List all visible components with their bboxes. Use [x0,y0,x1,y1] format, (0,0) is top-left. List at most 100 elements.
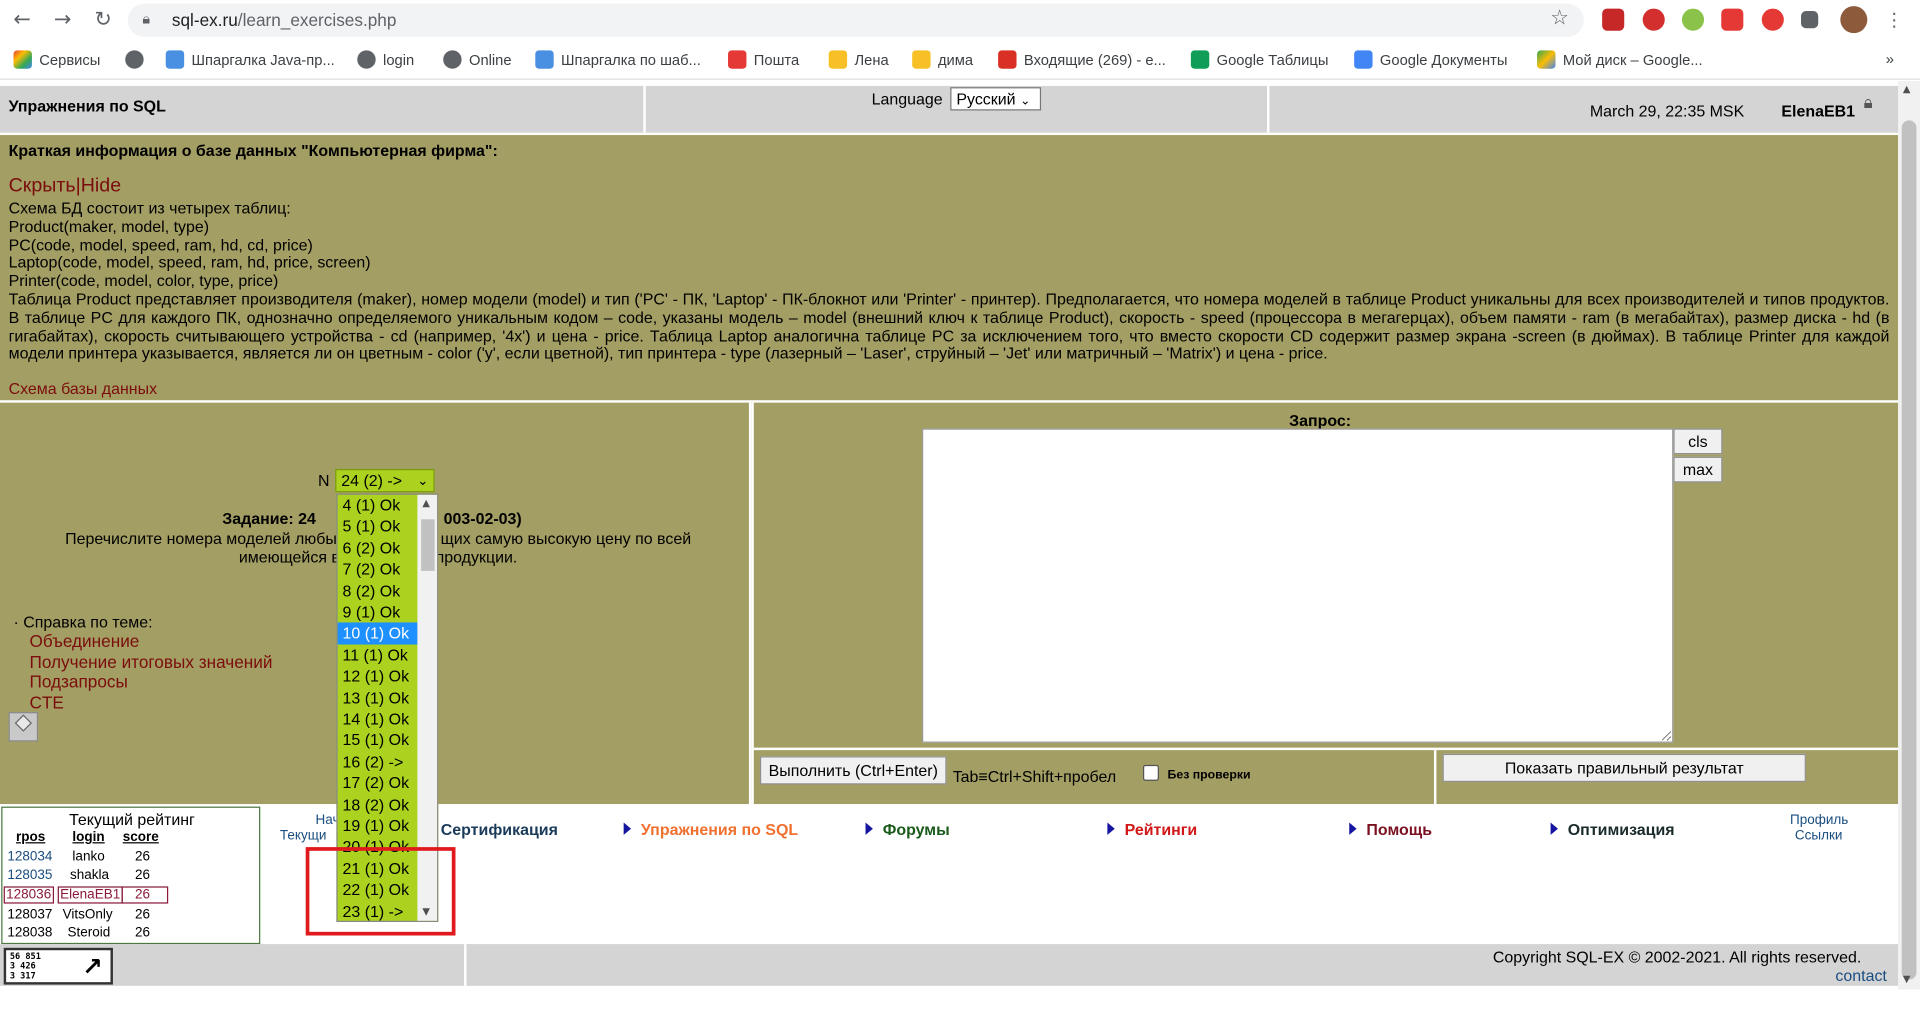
menu-ratings[interactable]: Рейтинги [1107,820,1197,839]
dropdown-option[interactable]: 13 (1) Ok [338,687,418,708]
globe-icon [125,50,144,69]
counter-line: 3 426 [9,961,36,972]
dropdown-option[interactable]: 8 (2) Ok [338,580,418,601]
bookmark-google-docs[interactable]: Google Документы [1354,50,1507,69]
page-scrollbar[interactable]: ▲ ▼ [1898,81,1920,990]
extension-book-icon[interactable] [1602,8,1625,31]
help-link-cte[interactable]: CTE [29,692,63,712]
rating-rpos: 128035 [7,867,53,883]
bookmark-google-sheets[interactable]: Google Таблицы [1190,50,1328,69]
hide-link[interactable]: Скрыть|Hide [9,176,122,198]
show-correct-result-button[interactable]: Показать правильный результат [1442,753,1806,783]
profile-link[interactable]: Профиль [1790,813,1848,828]
menu-partial-current[interactable]: Текущи [280,829,326,844]
query-panel: Запрос: cls max [753,402,1899,748]
rating-rpos: 128038 [7,925,53,941]
info-diamond-icon[interactable] [8,712,39,742]
forward-arrow-icon[interactable]: → [49,6,76,33]
dropdown-option[interactable]: 18 (2) Ok [338,794,418,815]
dropdown-option[interactable]: 11 (1) Ok [338,644,418,665]
sheets-icon [1190,50,1210,69]
help-link-union[interactable]: Объединение [29,631,139,651]
dropdown-option[interactable]: 4 (1) Ok [338,495,418,516]
query-textarea[interactable] [922,428,1674,743]
reload-icon[interactable]: ↻ [90,6,117,33]
rating-login[interactable]: shakla [70,868,109,883]
run-query-button[interactable]: Выполнить (Ctrl+Enter) [759,756,947,785]
bookmark-online[interactable]: Online [443,50,512,69]
username[interactable]: ElenaEB1 [1781,102,1855,120]
page-scrollbar-thumb[interactable] [1901,120,1917,980]
max-button[interactable]: max [1673,456,1723,483]
rating-col-score[interactable]: score [123,830,159,845]
help-link-subqueries[interactable]: Подзапросы [29,672,127,692]
extensions-puzzle-icon[interactable] [1801,11,1819,29]
menu-optimization[interactable]: Оптимизация [1550,820,1675,839]
dropdown-option[interactable]: 9 (1) Ok [338,602,418,623]
menu-forums[interactable]: Форумы [865,820,950,839]
browser-menu-icon[interactable]: ⋮ [1881,6,1908,33]
bookmark-services[interactable]: Сервисы [13,50,100,69]
red-highlight-annotation [305,847,456,936]
dropdown-option[interactable]: 17 (2) Ok [338,772,418,793]
dropdown-scroll-up-icon[interactable]: ▲ [422,497,430,508]
dropdown-option-highlighted[interactable]: 10 (1) Ok [337,622,418,645]
rating-col-rpos[interactable]: rpos [16,830,45,845]
schema-intro: Схема БД состоит из четырех таблиц: [8,198,291,218]
extension-check-icon[interactable] [1681,8,1705,31]
bookmark-mail[interactable]: Пошта [728,50,799,69]
bookmark-globe[interactable] [125,50,144,69]
menu-sql-exercises[interactable]: Упражнения по SQL [623,820,798,839]
profile-avatar[interactable] [1840,6,1868,34]
visitor-counter[interactable]: 56 851 3 426 3 317 ↗ [3,947,113,985]
extension-red-icon[interactable] [1761,8,1784,31]
bookmark-dima[interactable]: дима [912,50,973,69]
bookmark-lena[interactable]: Лена [828,50,889,69]
language-select[interactable]: Русский ⌄ [950,87,1042,111]
rating-login[interactable]: ElenaEB1 [57,886,123,904]
bookmark-gmail[interactable]: Входящие (269) - e... [998,50,1166,69]
dropdown-option[interactable]: 12 (1) Ok [338,666,418,687]
page-title: Упражнения по SQL [8,96,166,116]
help-link-aggregates[interactable]: Получение итоговых значений [29,652,272,672]
scroll-down-arrow-icon[interactable]: ▼ [1903,974,1911,985]
dropdown-option[interactable]: 19 (1) Ok [338,815,418,836]
address-bar[interactable]: 🔒︎ sql-ex.ru/learn_exercises.php ☆ [127,3,1584,37]
cls-button[interactable]: cls [1673,428,1723,455]
exercise-number-select[interactable]: 24 (2) -> ⌄ [335,468,435,493]
dropdown-option[interactable]: 6 (2) Ok [338,537,418,558]
bookmark-star-icon[interactable]: ☆ [1550,6,1569,31]
rating-login[interactable]: Steroid [68,926,111,941]
rating-col-login[interactable]: login [72,830,104,845]
rating-score: 26 [135,907,151,923]
pocket-icon[interactable] [1721,8,1744,31]
rating-login[interactable]: lanko [72,850,104,865]
adblock-icon[interactable] [1642,8,1665,31]
bookmark-google-drive[interactable]: Мой диск – Google... [1537,50,1703,69]
menu-help[interactable]: Помощь [1349,820,1432,839]
dropdown-option[interactable]: 14 (1) Ok [338,708,418,729]
menu-certification[interactable]: Сертификация [441,820,558,838]
schema-link[interactable]: Схема базы данных [9,379,157,397]
dropdown-option[interactable]: 7 (2) Ok [338,559,418,580]
dropdown-scrollbar-thumb[interactable] [421,519,435,571]
rating-login[interactable]: VitsOnly [63,907,113,922]
bar-divider [1433,750,1437,807]
dropdown-option[interactable]: 5 (1) Ok [338,516,418,537]
dropdown-option[interactable]: 16 (2) -> [338,751,418,772]
logout-lock-icon[interactable]: 🔒︎ [1864,93,1873,113]
back-arrow-icon[interactable]: ← [9,6,36,33]
bookmarks-overflow-button[interactable]: » [1886,50,1894,67]
links-link[interactable]: Ссылки [1795,829,1843,844]
bookmark-login[interactable]: login [357,50,414,69]
rating-score: 26 [135,849,151,865]
lock-icon: 🔒︎ [142,9,151,28]
counter-line: 56 851 [9,951,41,962]
dropdown-option[interactable]: 15 (1) Ok [338,730,418,751]
contact-link[interactable]: contact [1835,966,1886,984]
bookmark-java-cheatsheet[interactable]: Шпаргалка Java-пр... [165,50,335,69]
no-verify-checkbox[interactable] [1142,764,1159,781]
rating-row-current-user: 128036 ElenaEB1 26 [2,886,261,904]
scroll-up-arrow-icon[interactable]: ▲ [1903,83,1911,94]
bookmark-patterns-cheatsheet[interactable]: Шпаргалка по шаб... [535,50,701,69]
